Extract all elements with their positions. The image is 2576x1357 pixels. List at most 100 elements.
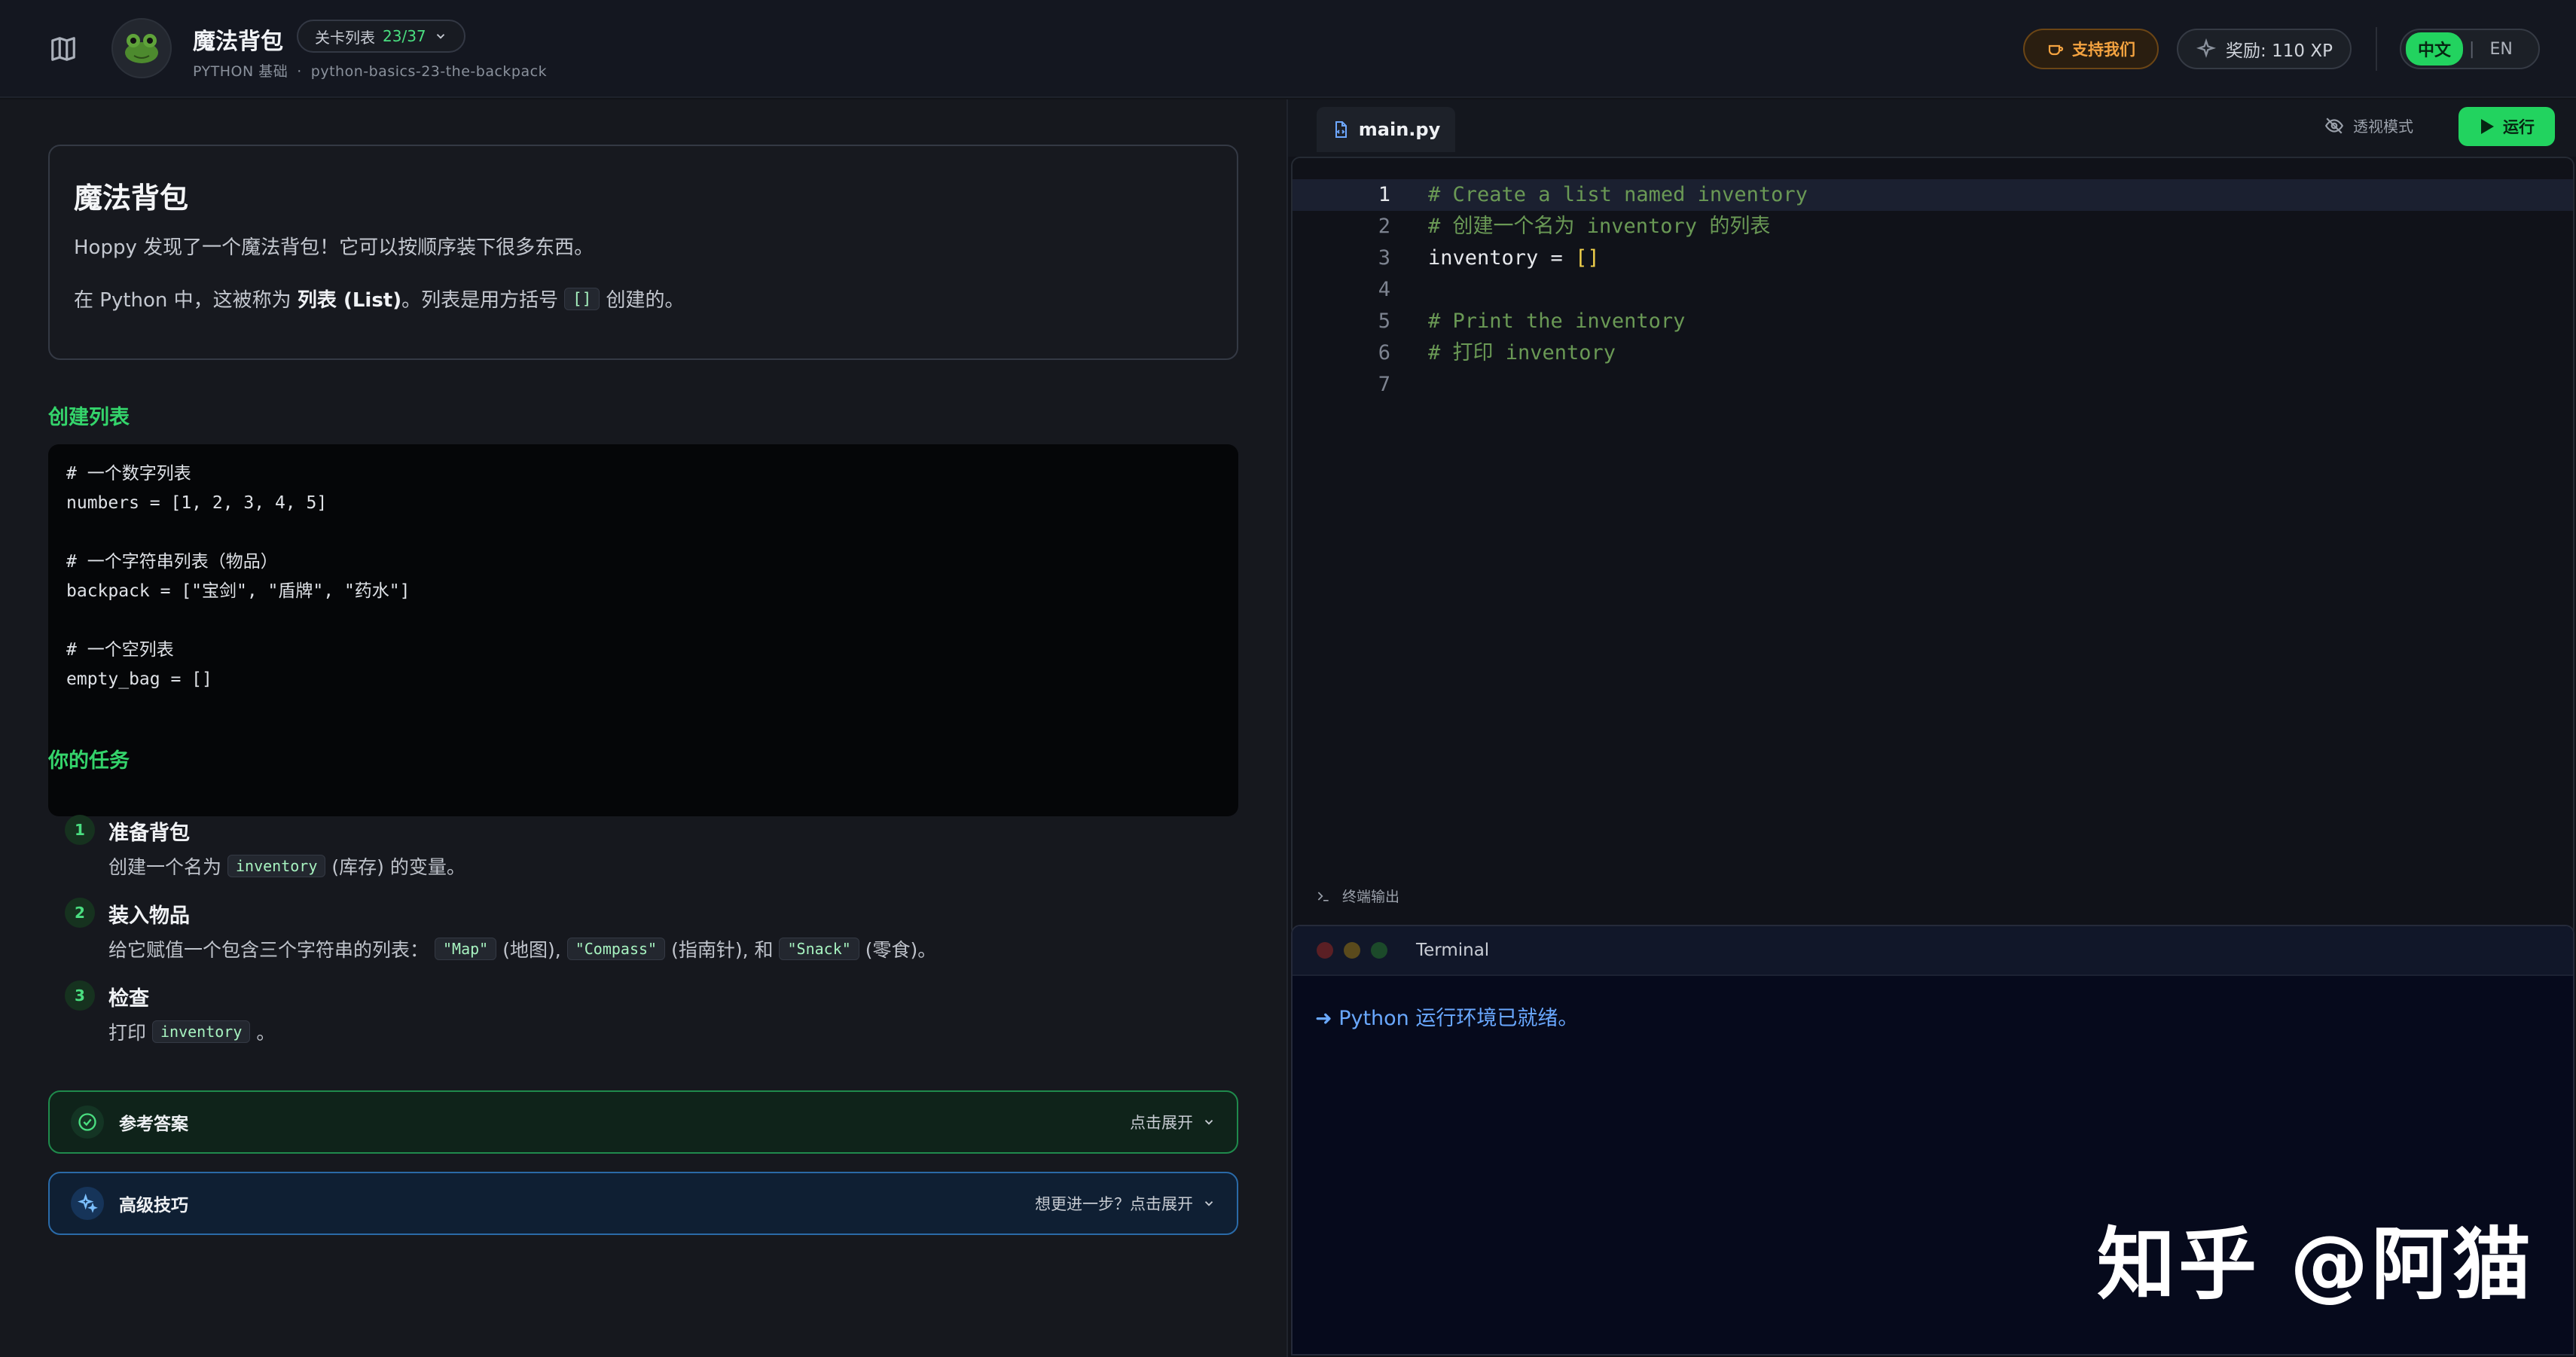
task-number: 2 xyxy=(65,898,95,928)
close-dot[interactable] xyxy=(1317,942,1333,959)
line-code: # 打印 inventory xyxy=(1428,341,1616,364)
inline-code: [] xyxy=(564,287,600,310)
editor-line: 2 # 创建一个名为 inventory 的列表 xyxy=(1293,211,2573,242)
line-code: inventory = [] xyxy=(1428,242,1600,274)
lang-en-button[interactable]: EN xyxy=(2480,40,2521,59)
line-number: 3 xyxy=(1378,246,1390,270)
task-text: 给它赋值一个包含三个字符串的列表： xyxy=(108,939,429,961)
line-number: 1 xyxy=(1378,183,1390,206)
task-text: (地图), xyxy=(502,939,561,961)
task-text: 创建一个名为 xyxy=(108,856,222,878)
task-text: (零食)。 xyxy=(865,939,937,961)
maximize-dot[interactable] xyxy=(1371,942,1387,959)
support-label: 支持我们 xyxy=(2072,41,2135,59)
play-icon xyxy=(2481,119,2494,134)
sparkle-icon xyxy=(2196,38,2217,58)
run-button[interactable]: 运行 xyxy=(2458,107,2555,146)
intro-text: 在 Python 中，这被称为 xyxy=(74,289,291,312)
course-name: PYTHON 基础 xyxy=(193,63,288,80)
page-title: 魔法背包 xyxy=(193,29,283,55)
file-name: main.py xyxy=(1358,119,1441,140)
eye-off-icon xyxy=(2324,117,2344,134)
line-number: 4 xyxy=(1378,278,1390,301)
coffee-icon xyxy=(2048,44,2064,56)
tips-expand-action: 想更进一步？点击展开 xyxy=(1035,1192,1216,1215)
task-title: 装入物品 xyxy=(108,904,190,928)
support-button[interactable]: 支持我们 xyxy=(2023,29,2159,69)
code-line: # 一个数字列表 xyxy=(66,464,191,483)
chevron-down-icon xyxy=(1204,1201,1213,1206)
minimize-dot[interactable] xyxy=(1344,942,1360,959)
line-code: # 创建一个名为 inventory 的列表 xyxy=(1428,215,1771,238)
task-text: (库存) 的变量。 xyxy=(331,856,465,878)
code-line: empty_bag = [] xyxy=(66,669,212,689)
course-breadcrumb: PYTHON 基础 · python-basics-23-the-backpack xyxy=(193,63,548,80)
line-code: # Create a list named inventory xyxy=(1428,183,1808,206)
terminal-section-label: 终端输出 xyxy=(1315,886,1399,906)
task-number: 3 xyxy=(65,980,95,1011)
code-line: # 一个空列表 xyxy=(66,640,174,660)
lang-separator: | xyxy=(2469,39,2475,59)
frog-logo xyxy=(111,18,172,78)
inline-code: "Compass" xyxy=(566,938,666,960)
line-code: # Print the inventory xyxy=(1428,310,1686,333)
task-title: 准备背包 xyxy=(108,822,190,845)
code-line: # 一个字符串列表（物品） xyxy=(66,552,278,572)
advanced-tips-expander[interactable]: 高级技巧 想更进一步？点击展开 xyxy=(48,1172,1238,1235)
sparkles-icon xyxy=(71,1187,104,1220)
language-switch: 中文 | EN xyxy=(2400,29,2540,69)
inline-code: "Map" xyxy=(435,938,497,960)
terminal-output: ➜ Python 运行环境已就绪。 xyxy=(1315,1007,1579,1030)
intro-paragraph-1: Hoppy 发现了一个魔法背包！它可以按顺序装下很多东西。 xyxy=(74,236,594,259)
inline-code: "Snack" xyxy=(779,938,859,960)
xray-label: 透视模式 xyxy=(2353,117,2413,136)
tips-action-text: 想更进一步？点击展开 xyxy=(1035,1195,1193,1213)
editor-line: 3 inventory = [] xyxy=(1293,242,2573,274)
section-heading-task: 你的任务 xyxy=(48,749,130,773)
intro-text: 。列表是用方括号 xyxy=(401,289,559,312)
task-text: (指南针), 和 xyxy=(671,939,774,961)
watermark: 知乎 @阿猫 xyxy=(2097,1218,2535,1310)
editor-line: 6 # 打印 inventory xyxy=(1293,337,2573,369)
editor-toolbar: main.py 透视模式 运行 xyxy=(1288,99,2576,157)
example-code-block: # 一个数字列表 numbers = [1, 2, 3, 4, 5] # 一个字… xyxy=(48,444,1238,816)
reference-answer-expander[interactable]: 参考答案 点击展开 xyxy=(48,1090,1238,1154)
code-line: numbers = [1, 2, 3, 4, 5] xyxy=(66,493,328,513)
level-slug: python-basics-23-the-backpack xyxy=(310,63,548,80)
app-root: 魔法背包 关卡列表 23/37 PYTHON 基础 · python-basics-… xyxy=(0,0,2576,1357)
frog-icon xyxy=(125,34,158,63)
task-number: 1 xyxy=(65,815,95,845)
line-number: 5 xyxy=(1378,310,1390,333)
code-editor[interactable]: 1 # Create a list named inventory 2 # 创建… xyxy=(1291,157,2574,937)
top-header: 魔法背包 关卡列表 23/37 PYTHON 基础 · python-basics-… xyxy=(0,0,2576,98)
task-title: 检查 xyxy=(108,987,149,1011)
editor-line: 5 # Print the inventory xyxy=(1293,306,2573,337)
map-icon[interactable] xyxy=(48,35,78,63)
reward-xp-badge[interactable]: 奖励: 110 XP xyxy=(2177,29,2352,69)
intro-paragraph-2: 在 Python 中，这被称为 列表 (List) 。列表是用方括号[] 创建的。 xyxy=(74,285,684,313)
task-description: 打印 inventory。 xyxy=(108,1018,275,1045)
chevron-down-icon xyxy=(1204,1120,1213,1125)
editor-panel: main.py 透视模式 运行 1 # Create a list named … xyxy=(1286,99,2576,1357)
level-list-dropdown[interactable]: 关卡列表 23/37 xyxy=(297,20,465,53)
terminal-section-text: 终端输出 xyxy=(1342,889,1400,905)
check-circle-icon xyxy=(71,1105,104,1139)
intro-card: 魔法背包 Hoppy 发现了一个魔法背包！它可以按顺序装下很多东西。 在 Pyt… xyxy=(48,145,1238,360)
lang-zh-button[interactable]: 中文 xyxy=(2406,32,2464,66)
task-text: 打印 xyxy=(108,1022,147,1044)
level-list-label: 关卡列表 xyxy=(315,28,375,47)
file-code-icon xyxy=(1335,121,1347,138)
code-token: inventory = xyxy=(1428,246,1576,270)
task-description: 给它赋值一个包含三个字符串的列表： "Map" (地图), "Compass" (指南针… xyxy=(108,935,936,962)
intro-bold-term: 列表 (List) xyxy=(297,289,402,312)
file-tab-main[interactable]: main.py xyxy=(1317,107,1455,152)
code-line: backpack = ["宝剑", "盾牌", "药水"] xyxy=(66,581,411,601)
chevron-down-icon xyxy=(436,34,444,39)
xray-mode-toggle[interactable]: 透视模式 xyxy=(2324,114,2413,136)
editor-line: 4 xyxy=(1293,274,2573,306)
line-number: 7 xyxy=(1378,373,1390,396)
run-label: 运行 xyxy=(2503,118,2535,136)
reward-label: 奖励: 110 XP xyxy=(2226,41,2333,61)
